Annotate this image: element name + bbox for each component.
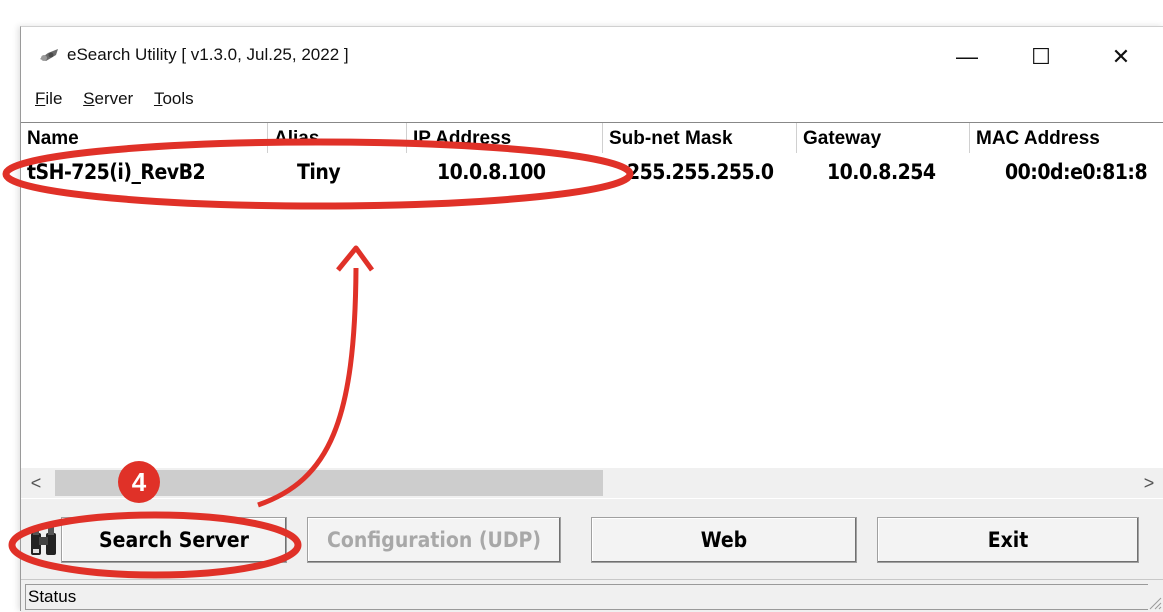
menu-file[interactable]: File	[35, 89, 62, 109]
minimize-button[interactable]: —	[937, 33, 997, 81]
table-row[interactable]: tSH-725(i)_RevB2 Tiny 10.0.8.100 255.255…	[21, 154, 1163, 190]
column-header-name[interactable]: Name	[21, 123, 268, 153]
status-bar: Status	[21, 579, 1163, 612]
esearch-window: eSearch Utility [ v1.3.0, Jul.25, 2022 ]…	[20, 26, 1163, 612]
menu-server-accel: S	[83, 89, 95, 108]
scroll-left-icon[interactable]: <	[21, 468, 51, 498]
column-header-gateway[interactable]: Gateway	[797, 123, 970, 153]
list-header: Name Alias IP Address Sub-net Mask Gatew…	[21, 123, 1163, 153]
column-header-mac[interactable]: MAC Address	[970, 123, 1163, 153]
web-button[interactable]: Web	[591, 517, 857, 563]
menu-file-rest: ile	[45, 89, 63, 108]
horizontal-scrollbar[interactable]: < >	[21, 468, 1163, 498]
column-header-ip[interactable]: IP Address	[407, 123, 603, 153]
menu-server-rest: erver	[94, 89, 134, 108]
menu-bar: File Server Tools	[35, 89, 210, 109]
app-icon	[40, 49, 58, 61]
server-list[interactable]: Name Alias IP Address Sub-net Mask Gatew…	[21, 122, 1163, 498]
binoculars-icon	[31, 527, 56, 555]
close-button[interactable]: ✕	[1091, 33, 1151, 81]
cell-alias: Tiny	[297, 160, 341, 184]
column-header-alias[interactable]: Alias	[268, 123, 407, 153]
column-header-mask[interactable]: Sub-net Mask	[603, 123, 797, 153]
menu-server[interactable]: Server	[83, 89, 133, 109]
search-server-button[interactable]: Search Server	[61, 517, 287, 563]
window-title: eSearch Utility [ v1.3.0, Jul.25, 2022 ]	[67, 45, 349, 64]
title-bar[interactable]: eSearch Utility [ v1.3.0, Jul.25, 2022 ]…	[21, 27, 1163, 87]
menu-tools[interactable]: Tools	[154, 89, 194, 109]
button-bar: Search Server Configuration (UDP) Web Ex…	[21, 499, 1163, 579]
step-badge: 4	[118, 461, 160, 503]
cell-ip: 10.0.8.100	[437, 160, 546, 184]
resize-grip-icon[interactable]	[1146, 594, 1162, 610]
maximize-button[interactable]: ☐	[1011, 33, 1071, 81]
status-text: Status	[25, 584, 1148, 610]
exit-button[interactable]: Exit	[877, 517, 1139, 563]
menu-tools-rest: ools	[162, 89, 194, 108]
configuration-udp-button[interactable]: Configuration (UDP)	[307, 517, 561, 563]
cell-mac: 00:0d:e0:81:8	[1005, 160, 1148, 184]
menu-file-accel: F	[35, 89, 46, 108]
cell-name: tSH-725(i)_RevB2	[27, 160, 206, 184]
cell-mask: 255.255.255.0	[627, 160, 774, 184]
cell-gateway: 10.0.8.254	[827, 160, 936, 184]
scroll-right-icon[interactable]: >	[1134, 468, 1163, 498]
